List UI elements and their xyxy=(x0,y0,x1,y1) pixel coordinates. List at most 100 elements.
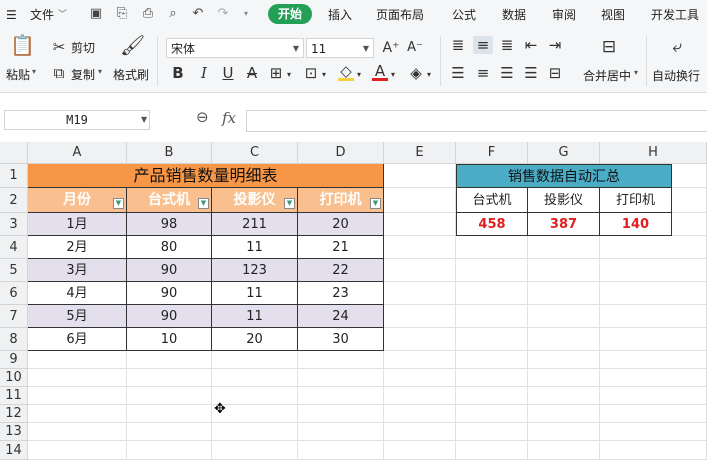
data-cell[interactable]: 211 xyxy=(212,213,298,236)
font-size-select[interactable]: 11 ▼ xyxy=(306,38,374,58)
export-pdf-icon[interactable]: ⎘ xyxy=(114,6,130,22)
cell[interactable] xyxy=(528,369,600,387)
zoom-icon[interactable]: ⊖ xyxy=(196,108,209,126)
cell[interactable] xyxy=(384,305,456,328)
tab-home[interactable]: 开始 xyxy=(268,4,312,24)
clear-format-icon[interactable]: ◈ xyxy=(408,64,424,82)
cell[interactable] xyxy=(456,369,528,387)
row-header-13[interactable]: 13 xyxy=(0,423,28,441)
fill-color-chevron-icon[interactable]: ▾ xyxy=(355,66,363,84)
cell[interactable] xyxy=(384,441,456,460)
cell[interactable] xyxy=(528,441,600,460)
format-painter-button[interactable]: 格式刷 xyxy=(113,66,149,83)
cell[interactable] xyxy=(528,351,600,369)
cell[interactable] xyxy=(298,369,384,387)
data-cell[interactable]: 6月 xyxy=(28,328,127,351)
merge-center-icon[interactable]: ⊟ xyxy=(598,38,620,56)
print-preview-icon[interactable]: ⌕ xyxy=(165,6,181,22)
cell[interactable] xyxy=(127,387,212,405)
data-cell[interactable]: 1月 xyxy=(28,213,127,236)
fill-pattern-icon[interactable]: ⊡ xyxy=(303,64,319,82)
cut-button[interactable]: 剪切 xyxy=(71,39,95,56)
data-cell[interactable]: 90 xyxy=(127,282,212,305)
data-cell[interactable]: 21 xyxy=(298,236,384,259)
cell[interactable] xyxy=(600,441,707,460)
row-header-12[interactable]: 12 xyxy=(0,405,28,423)
cell[interactable] xyxy=(600,351,707,369)
filter-dropdown-icon[interactable]: ▼ xyxy=(198,198,209,209)
data-cell[interactable]: 90 xyxy=(127,305,212,328)
cell[interactable] xyxy=(456,259,528,282)
paste-icon[interactable]: 📋 xyxy=(10,35,35,55)
paste-button[interactable]: 粘贴 xyxy=(6,66,30,83)
cell[interactable] xyxy=(600,305,707,328)
cell[interactable] xyxy=(298,405,384,423)
cell[interactable] xyxy=(528,282,600,305)
cell[interactable] xyxy=(212,423,298,441)
cell[interactable] xyxy=(212,369,298,387)
data-cell[interactable]: 123 xyxy=(212,259,298,282)
tab-formulas[interactable]: 公式 xyxy=(452,6,476,24)
align-bottom-icon[interactable]: ≣ xyxy=(499,36,515,54)
cell[interactable] xyxy=(456,405,528,423)
underline-icon[interactable]: U xyxy=(220,64,236,82)
cell[interactable] xyxy=(28,405,127,423)
copy-icon[interactable]: ⧉ xyxy=(50,64,68,82)
filter-dropdown-icon[interactable]: ▼ xyxy=(113,198,124,209)
tab-review[interactable]: 审阅 xyxy=(552,6,576,24)
decrease-font-icon[interactable]: A⁻ xyxy=(406,39,424,57)
tab-view[interactable]: 视图 xyxy=(601,6,625,24)
italic-icon[interactable]: I xyxy=(196,64,212,82)
cell[interactable] xyxy=(456,441,528,460)
cell[interactable] xyxy=(384,259,456,282)
cell[interactable] xyxy=(456,282,528,305)
fill-color-icon[interactable]: ◇ xyxy=(338,64,354,81)
formula-input[interactable] xyxy=(246,110,707,132)
cell[interactable] xyxy=(600,423,707,441)
cell[interactable] xyxy=(528,423,600,441)
redo-icon[interactable]: ↷ xyxy=(215,6,231,22)
border-chevron-icon[interactable]: ▾ xyxy=(285,66,293,84)
tab-insert[interactable]: 插入 xyxy=(328,6,352,24)
cell[interactable] xyxy=(600,282,707,305)
data-cell[interactable]: 11 xyxy=(212,305,298,328)
column-header-h[interactable]: H xyxy=(600,142,707,164)
filter-dropdown-icon[interactable]: ▼ xyxy=(284,198,295,209)
column-header-d[interactable]: D xyxy=(298,142,384,164)
print-icon[interactable]: ⎙ xyxy=(140,6,156,22)
row-header-11[interactable]: 11 xyxy=(0,387,28,405)
align-center-icon[interactable]: ≡ xyxy=(475,64,491,82)
column-header-b[interactable]: B xyxy=(127,142,212,164)
distributed-icon[interactable]: ⊟ xyxy=(547,64,563,82)
cell[interactable] xyxy=(384,188,456,213)
font-name-select[interactable]: 宋体 ▼ xyxy=(166,38,304,58)
paste-chevron-icon[interactable]: ▾ xyxy=(32,67,36,76)
row-header-1[interactable]: 1 xyxy=(0,164,28,188)
row-header-7[interactable]: 7 xyxy=(0,305,28,328)
cell[interactable] xyxy=(528,387,600,405)
menu-icon[interactable]: ☰ xyxy=(6,6,17,24)
fill-pattern-chevron-icon[interactable]: ▾ xyxy=(320,66,328,84)
cell[interactable] xyxy=(28,351,127,369)
copy-chevron-icon[interactable]: ▾ xyxy=(98,67,102,76)
cell[interactable] xyxy=(28,441,127,460)
column-header-c[interactable]: C xyxy=(212,142,298,164)
cell[interactable] xyxy=(528,259,600,282)
cell[interactable] xyxy=(456,387,528,405)
data-cell[interactable]: 4月 xyxy=(28,282,127,305)
cell[interactable] xyxy=(384,423,456,441)
merge-chevron-icon[interactable]: ▾ xyxy=(634,68,638,77)
font-color-icon[interactable]: A xyxy=(372,64,388,81)
cell[interactable] xyxy=(127,423,212,441)
tab-data[interactable]: 数据 xyxy=(502,6,526,24)
tab-developer[interactable]: 开发工具 xyxy=(651,6,699,24)
column-header-e[interactable]: E xyxy=(384,142,456,164)
save-icon[interactable]: ▣ xyxy=(88,6,104,22)
cell[interactable] xyxy=(384,405,456,423)
name-box-chevron-icon[interactable]: ▼ xyxy=(141,110,147,130)
cell[interactable] xyxy=(600,236,707,259)
cell[interactable] xyxy=(600,259,707,282)
cell[interactable] xyxy=(456,328,528,351)
row-header-14[interactable]: 14 xyxy=(0,441,28,460)
cell[interactable] xyxy=(298,441,384,460)
